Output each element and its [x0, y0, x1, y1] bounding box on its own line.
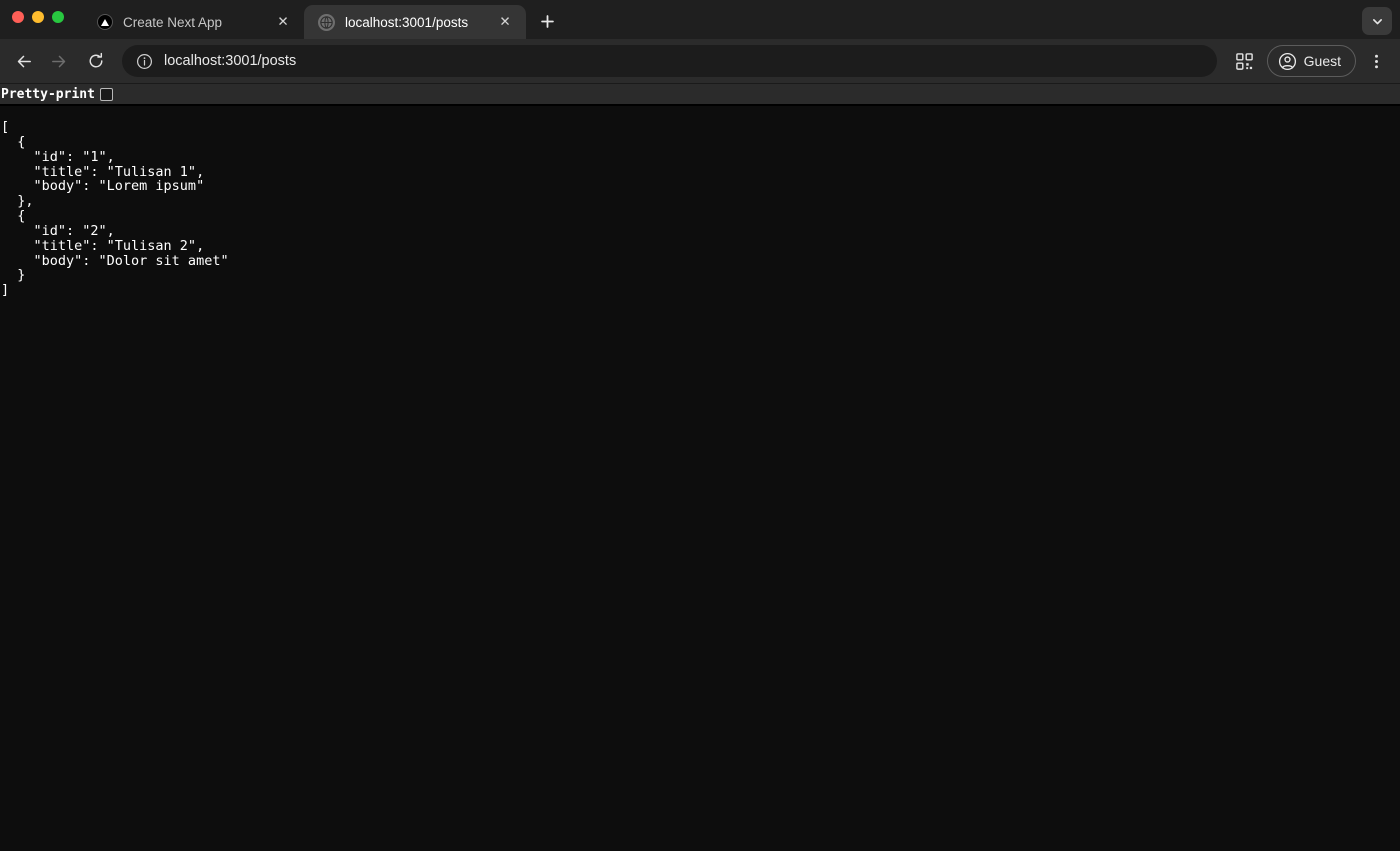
globe-icon [318, 13, 335, 31]
tab-title: Create Next App [123, 14, 223, 30]
tab-create-next-app[interactable]: Create Next App ✕ [82, 5, 304, 39]
window-close-button[interactable] [12, 10, 24, 23]
close-icon[interactable]: ✕ [494, 11, 516, 33]
json-response-text: [ { "id": "1", "title": "Tulisan 1", "bo… [1, 119, 229, 299]
info-circle-icon[interactable] [136, 53, 153, 70]
browser-tab-strip: Create Next App ✕ localhost:3001/posts ✕ [0, 0, 1400, 39]
window-maximize-button[interactable] [52, 10, 64, 23]
tab-strip-right-controls [1362, 7, 1392, 35]
reload-button[interactable] [80, 45, 112, 77]
new-tab-button[interactable] [532, 6, 562, 36]
browser-toolbar: localhost:3001/posts Guest [0, 39, 1400, 84]
toolbar-right-controls: Guest [1229, 45, 1390, 77]
json-viewer-toolbar: Pretty-print [0, 84, 1400, 106]
qr-code-icon[interactable] [1229, 45, 1261, 77]
tab-localhost-posts[interactable]: localhost:3001/posts ✕ [304, 5, 526, 39]
window-minimize-button[interactable] [32, 10, 44, 23]
chevron-down-icon[interactable] [1362, 7, 1392, 35]
forward-button[interactable] [42, 45, 74, 77]
profile-label: Guest [1303, 53, 1341, 69]
tab-title: localhost:3001/posts [345, 14, 469, 30]
tab-list: Create Next App ✕ localhost:3001/posts ✕ [82, 0, 562, 39]
window-controls [12, 0, 82, 39]
account-circle-icon [1278, 52, 1297, 71]
address-bar[interactable]: localhost:3001/posts [122, 45, 1217, 77]
close-icon[interactable]: ✕ [272, 11, 294, 33]
nextjs-triangle-icon [96, 14, 113, 31]
json-response-area: [ { "id": "1", "title": "Tulisan 1", "bo… [0, 106, 1400, 851]
address-bar-text[interactable]: localhost:3001/posts [164, 53, 296, 69]
browser-menu-button[interactable] [1362, 45, 1390, 77]
pretty-print-label: Pretty-print [1, 86, 95, 102]
pretty-print-checkbox[interactable] [99, 87, 113, 101]
profile-button[interactable]: Guest [1266, 45, 1356, 77]
back-button[interactable] [8, 45, 40, 77]
